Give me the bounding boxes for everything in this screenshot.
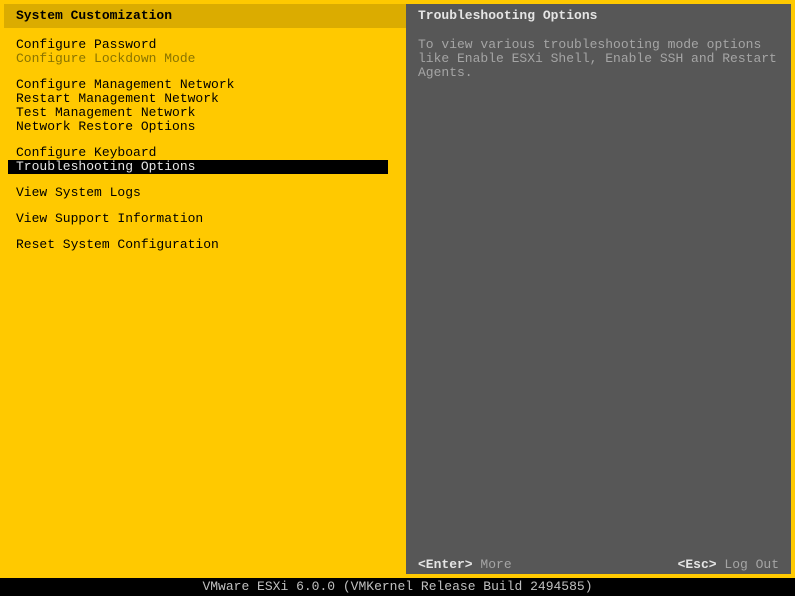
menu-item-configure-management-network[interactable]: Configure Management Network xyxy=(4,78,406,92)
menu-group: Configure KeyboardTroubleshooting Option… xyxy=(4,146,406,174)
menu-item-configure-keyboard[interactable]: Configure Keyboard xyxy=(4,146,406,160)
left-panel: System Customization Configure PasswordC… xyxy=(4,4,406,574)
menu-item-view-support-information[interactable]: View Support Information xyxy=(4,212,406,226)
main-container: System Customization Configure PasswordC… xyxy=(0,0,795,578)
footer-enter[interactable]: <Enter> More xyxy=(418,558,512,572)
right-panel-title: Troubleshooting Options xyxy=(406,4,791,28)
menu-item-configure-lockdown-mode[interactable]: Configure Lockdown Mode xyxy=(4,52,406,66)
menu-item-test-management-network[interactable]: Test Management Network xyxy=(4,106,406,120)
menu-item-view-system-logs[interactable]: View System Logs xyxy=(4,186,406,200)
menu-item-reset-system-configuration[interactable]: Reset System Configuration xyxy=(4,238,406,252)
menu-group: Configure PasswordConfigure Lockdown Mod… xyxy=(4,38,406,66)
left-panel-title: System Customization xyxy=(4,4,406,28)
menu-item-network-restore-options[interactable]: Network Restore Options xyxy=(4,120,406,134)
status-bar: VMware ESXi 6.0.0 (VMKernel Release Buil… xyxy=(0,578,795,596)
right-panel: Troubleshooting Options To view various … xyxy=(406,4,791,574)
menu-group: Reset System Configuration xyxy=(4,238,406,252)
enter-key: <Enter> xyxy=(418,557,473,572)
menu-list: Configure PasswordConfigure Lockdown Mod… xyxy=(4,28,406,274)
right-panel-description: To view various troubleshooting mode opt… xyxy=(406,28,791,90)
esc-key: <Esc> xyxy=(678,557,717,572)
menu-group: View Support Information xyxy=(4,212,406,226)
menu-item-troubleshooting-options[interactable]: Troubleshooting Options xyxy=(8,160,388,174)
menu-item-configure-password[interactable]: Configure Password xyxy=(4,38,406,52)
esc-label: Log Out xyxy=(724,557,779,572)
footer-esc[interactable]: <Esc> Log Out xyxy=(678,558,779,572)
menu-item-restart-management-network[interactable]: Restart Management Network xyxy=(4,92,406,106)
footer-bar: <Enter> More <Esc> Log Out xyxy=(406,556,791,574)
menu-group: View System Logs xyxy=(4,186,406,200)
menu-group: Configure Management NetworkRestart Mana… xyxy=(4,78,406,134)
enter-label: More xyxy=(480,557,511,572)
